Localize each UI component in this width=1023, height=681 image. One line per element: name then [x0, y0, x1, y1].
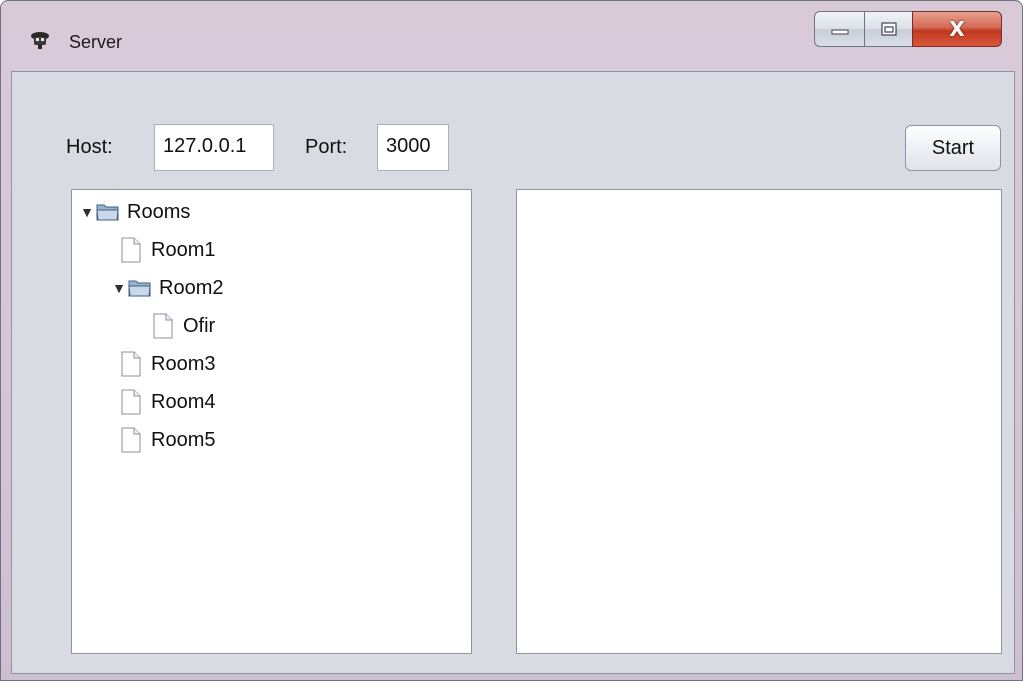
close-icon: X: [949, 17, 965, 41]
tree-node-label: Room4: [151, 390, 216, 413]
tree-node-rooms[interactable]: ▼ Rooms: [78, 196, 190, 228]
folder-open-icon: [96, 199, 120, 225]
host-field[interactable]: 127.0.0.1: [154, 124, 274, 171]
folder-open-icon: [128, 275, 152, 301]
rooms-tree-panel[interactable]: ▼ Rooms Room1 ▼ Room2 Ofir Room3 Room4 R…: [71, 189, 472, 654]
minimize-icon: [831, 29, 848, 35]
tree-node-label: Room5: [151, 428, 216, 451]
tree-node-label: Room1: [151, 238, 216, 261]
title-bar[interactable]: Server X: [1, 1, 1022, 71]
tree-node-label: Ofir: [183, 314, 216, 337]
maximize-icon: [880, 22, 897, 36]
minimize-button[interactable]: [814, 11, 864, 47]
file-icon: [120, 237, 144, 263]
tree-node-room3[interactable]: Room3: [120, 348, 215, 380]
file-icon: [152, 313, 176, 339]
tree-node-room1[interactable]: Room1: [120, 234, 215, 266]
tree-node-label: Room3: [151, 352, 216, 375]
tree-node-room5[interactable]: Room5: [120, 424, 215, 456]
expand-toggle-icon[interactable]: ▼: [110, 280, 128, 296]
port-label: Port:: [305, 136, 348, 158]
window-controls: X: [814, 11, 1002, 47]
file-icon: [120, 389, 144, 415]
client-area: Host: 127.0.0.1 Port: 3000 Start ▼ Rooms: [11, 71, 1015, 674]
tree-node-ofir[interactable]: Ofir: [152, 310, 215, 342]
app-icon: [31, 32, 49, 49]
port-field[interactable]: 3000: [377, 124, 449, 171]
window-title: Server: [69, 32, 123, 52]
maximize-button[interactable]: [864, 11, 912, 47]
host-label: Host:: [66, 136, 113, 158]
start-button[interactable]: Start: [905, 125, 1001, 171]
server-window: Server X Host: 127.0.0.1 Port: 3000 Star…: [0, 0, 1023, 681]
tree-node-label: Rooms: [127, 200, 191, 223]
tree-node-room4[interactable]: Room4: [120, 386, 215, 418]
file-icon: [120, 427, 144, 453]
expand-toggle-icon[interactable]: ▼: [78, 204, 96, 220]
tree-node-label: Room2: [159, 276, 224, 299]
tree-node-room2[interactable]: ▼ Room2: [110, 272, 223, 304]
file-icon: [120, 351, 144, 377]
message-panel[interactable]: [516, 189, 1002, 654]
close-button[interactable]: X: [912, 11, 1002, 47]
